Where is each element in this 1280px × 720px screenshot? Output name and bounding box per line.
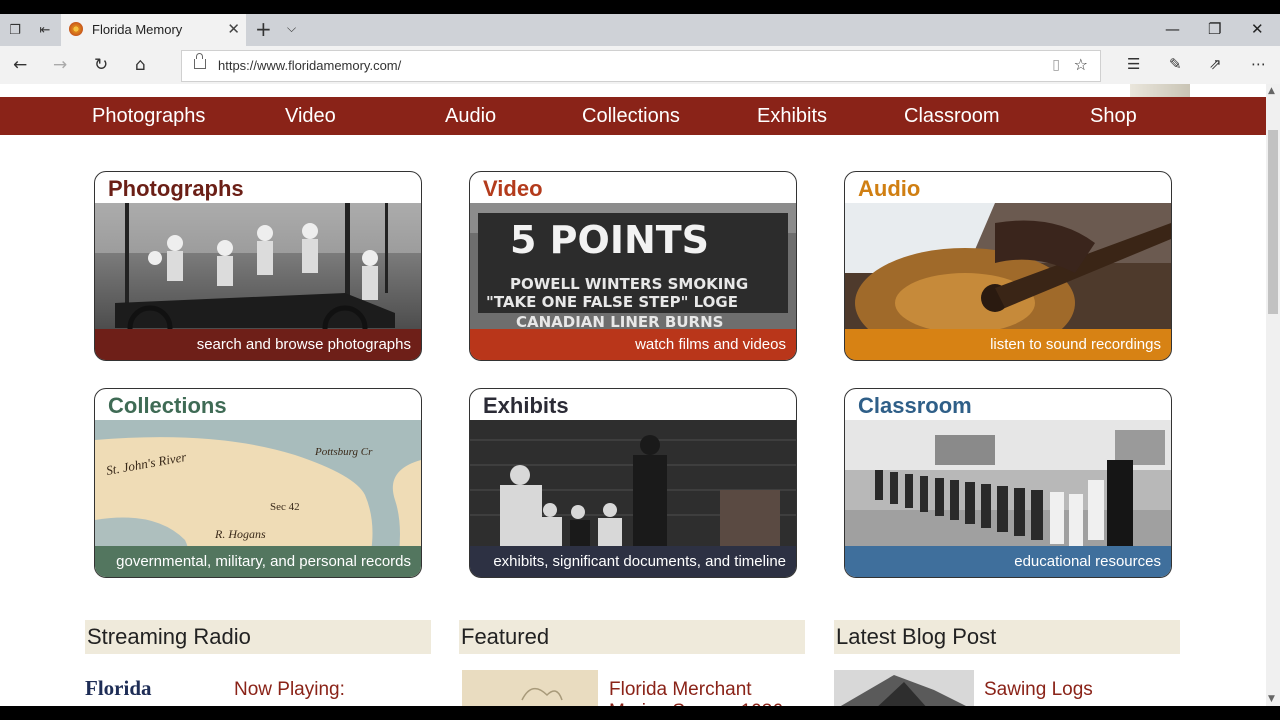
tab-strip: ❐ ⇤ Florida Memory ✕ + ⌵ — ❐ ✕ — [0, 14, 1280, 46]
url-text: https://www.floridamemory.com/ — [218, 58, 402, 73]
header-image-fragment — [1130, 84, 1190, 97]
card-caption: listen to sound recordings — [845, 329, 1171, 360]
marquee-line2: "TAKE ONE FALSE STEP" LOGE — [486, 293, 738, 311]
card-caption: watch films and videos — [470, 329, 796, 360]
card-caption: governmental, military, and personal rec… — [95, 546, 421, 577]
card-caption: educational resources — [845, 546, 1171, 577]
lock-icon — [194, 53, 206, 69]
home-icon[interactable]: ⌂ — [135, 55, 146, 75]
card-title: Classroom — [858, 393, 972, 418]
scroll-up-icon[interactable]: ▲ — [1268, 86, 1275, 96]
webpage: Photographs Video Audio Collections Exhi… — [0, 84, 1266, 706]
restore-icon[interactable]: ❐ — [1208, 20, 1221, 38]
browser-window: ❐ ⇤ Florida Memory ✕ + ⌵ — ❐ ✕ ← → ↻ ⌂ h… — [0, 14, 1280, 706]
florida-memory-radio-logo[interactable]: Florida Memory — [85, 676, 225, 706]
nav-collections[interactable]: Collections — [582, 105, 680, 128]
tab-title: Florida Memory — [92, 22, 183, 37]
radio-logo-text: Florida Memory — [85, 676, 162, 706]
map-label-sec: Sec 42 — [270, 501, 300, 513]
featured-thumbnail[interactable] — [462, 670, 598, 706]
close-window-icon[interactable]: ✕ — [1251, 20, 1264, 38]
nav-audio[interactable]: Audio — [445, 105, 496, 128]
page-scrollbar[interactable]: ▲ ▼ — [1266, 84, 1280, 706]
back-icon[interactable]: ← — [13, 55, 27, 75]
card-audio[interactable]: Audio listen to sound recordings — [844, 171, 1172, 361]
nav-video[interactable]: Video — [285, 105, 336, 128]
card-title: Photographs — [108, 176, 244, 201]
favorites-list-icon[interactable]: ☰ — [1127, 55, 1140, 73]
marquee-line1: POWELL WINTERS SMOKING — [510, 275, 748, 293]
nav-classroom[interactable]: Classroom — [904, 105, 1000, 128]
tab-list-chevron-icon[interactable]: ⌵ — [287, 21, 296, 36]
card-caption: exhibits, significant documents, and tim… — [470, 546, 796, 577]
map-label-name: R. Hogans — [214, 527, 266, 541]
nav-exhibits[interactable]: Exhibits — [757, 105, 827, 128]
now-playing-label: Now Playing: — [234, 679, 345, 700]
minimize-icon[interactable]: — — [1165, 20, 1180, 38]
latest-blog-heading: Latest Blog Post — [834, 620, 1180, 654]
card-title: Video — [483, 176, 543, 201]
map-label-place: Pottsburg Cr — [314, 446, 373, 458]
blog-thumbnail[interactable] — [834, 670, 974, 706]
card-caption: search and browse photographs — [95, 329, 421, 360]
card-title: Collections — [108, 393, 227, 418]
marquee-title: 5 POINTS — [510, 218, 709, 262]
close-tab-icon[interactable]: ✕ — [227, 20, 240, 38]
card-title: Exhibits — [483, 393, 569, 418]
reading-view-icon[interactable]: ▯ — [1052, 57, 1060, 73]
favorite-star-icon[interactable]: ☆ — [1074, 55, 1088, 74]
web-note-pen-icon[interactable]: ✎ — [1169, 55, 1182, 73]
set-aside-tabs-icon[interactable]: ⇤ — [30, 14, 60, 46]
card-classroom[interactable]: Classroom educational resources — [844, 388, 1172, 578]
nav-shop[interactable]: Shop — [1090, 105, 1137, 128]
tab-manager-icon[interactable]: ❐ — [0, 14, 30, 46]
tab-florida-memory[interactable]: Florida Memory ✕ — [61, 14, 246, 46]
address-toolbar: ← → ↻ ⌂ https://www.floridamemory.com/ ▯… — [0, 46, 1280, 85]
nav-photographs[interactable]: Photographs — [92, 105, 205, 128]
card-title: Audio — [858, 176, 921, 201]
more-menu-icon[interactable]: ⋯ — [1251, 55, 1266, 73]
scroll-down-icon[interactable]: ▼ — [1268, 694, 1275, 704]
featured-heading: Featured — [459, 620, 805, 654]
card-photographs[interactable]: Photographs search and browse photograph… — [94, 171, 422, 361]
share-icon[interactable]: ⇗ — [1209, 55, 1222, 73]
site-nav-bar: Photographs Video Audio Collections Exhi… — [0, 84, 1266, 135]
card-video[interactable]: Video 5 POINTS POWELL WINTERS SMOKING "T… — [469, 171, 797, 361]
card-exhibits[interactable]: Exhibits exhibits, significant documents… — [469, 388, 797, 578]
blog-title-link[interactable]: Sawing Logs — [984, 679, 1093, 701]
featured-title-link[interactable]: Florida Merchant Marine Survey, 1936- — [609, 679, 799, 706]
new-tab-icon[interactable]: + — [255, 17, 272, 41]
refresh-icon[interactable]: ↻ — [94, 55, 108, 75]
card-collections[interactable]: Collections St. John's River Pottsburg C… — [94, 388, 422, 578]
address-bar[interactable]: https://www.floridamemory.com/ ▯ ☆ — [181, 50, 1101, 82]
scrollbar-thumb[interactable] — [1268, 130, 1278, 314]
forward-icon[interactable]: → — [53, 55, 67, 75]
streaming-radio-heading: Streaming Radio — [85, 620, 431, 654]
site-favicon-icon — [69, 22, 83, 36]
